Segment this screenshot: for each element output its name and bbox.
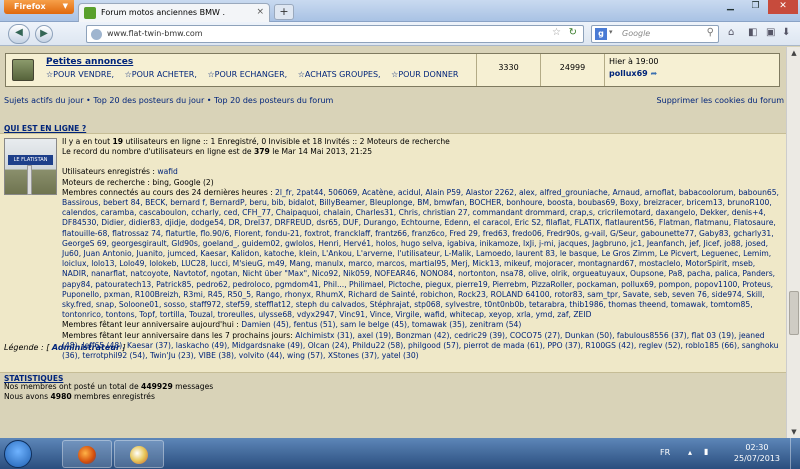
legend: Légende : [ Administrateur ] <box>4 343 126 352</box>
subforum-link[interactable]: ☆POUR ACHETER, <box>125 70 201 79</box>
search-input[interactable]: g ▾ Google ⚲ <box>591 25 719 43</box>
scrollbar-thumb[interactable] <box>789 291 799 335</box>
last-post-date: Hier à 19:00 <box>609 57 659 66</box>
total-members-line: Nous avons 4980 membres enregistrés <box>4 392 155 401</box>
close-window-icon[interactable]: ✕ <box>768 0 798 14</box>
favicon-icon <box>84 7 96 19</box>
navigation-bar: ◀ ▶ www.flat-twin-bmw.com ☆ ↻ g ▾ Google … <box>0 22 800 46</box>
separator: • <box>204 96 215 105</box>
subforum-list: ☆POUR VENDRE, ☆POUR ACHETER, ☆POUR ECHAN… <box>46 70 466 79</box>
chevron-down-icon: ▼ <box>62 2 68 10</box>
forum-folder-icon <box>12 59 34 81</box>
forward-icon[interactable]: ▶ <box>35 25 53 43</box>
start-button[interactable] <box>4 440 32 468</box>
forum-row: Petites annonces ☆POUR VENDRE, ☆POUR ACH… <box>5 53 780 87</box>
browser-titlebar: Firefox ▼ Forum motos anciennes BMW . × +… <box>0 0 800 22</box>
user-link[interactable]: wafid <box>157 167 177 176</box>
firefox-menu-button[interactable]: Firefox ▼ <box>4 0 74 14</box>
maximize-icon[interactable]: ❐ <box>743 0 768 14</box>
addon-icon[interactable]: ◧ <box>748 27 757 38</box>
online-count-line: Il y a en tout 19 utilisateurs en ligne … <box>62 137 450 146</box>
whois-text: Il y a en tout 19 utilisateurs en ligne … <box>62 137 782 361</box>
close-tab-icon[interactable]: × <box>256 7 264 17</box>
system-tray: FR ▴ ▮ 02:30 25/07/2013 <box>660 438 800 469</box>
sign-post <box>27 165 32 195</box>
scroll-up-icon[interactable]: ▲ <box>788 47 800 59</box>
subforum-link[interactable]: ☆POUR ECHANGER, <box>207 70 291 79</box>
active-topics-link[interactable]: Sujets actifs du jour <box>4 96 84 105</box>
globe-icon <box>91 29 102 40</box>
avatar-sign: LE FLATISTAN <box>8 155 53 165</box>
tab-forum[interactable]: Forum motos anciennes BMW . × <box>78 3 270 22</box>
forum-name-link[interactable]: Petites annonces <box>46 57 133 67</box>
members-24h-list: Membres connectés au cours des 24 derniè… <box>62 187 779 320</box>
back-icon[interactable]: ◀ <box>8 24 30 44</box>
search-placeholder: Google <box>622 29 651 38</box>
registered-users-line: Utilisateurs enregistrés : wafid <box>62 167 178 177</box>
posts-count: 24999 <box>540 54 604 86</box>
home-icon[interactable]: ⌂ <box>728 27 734 38</box>
last-post-user[interactable]: pollux69 <box>609 69 648 78</box>
total-posts-line: Nos membres ont posté un total de 449929… <box>4 382 214 391</box>
taskbar: FR ▴ ▮ 02:30 25/07/2013 <box>0 438 800 469</box>
google-icon: g <box>595 28 607 40</box>
record-line: Le record du nombre d'utilisateurs en li… <box>62 147 373 157</box>
separator: • <box>83 96 94 105</box>
vertical-scrollbar[interactable]: ▲ ▼ <box>786 47 800 438</box>
bookmark-star-icon[interactable]: ☆ <box>552 27 561 38</box>
forum-avatar-image: LE FLATISTAN <box>4 138 57 195</box>
firefox-icon <box>78 446 96 464</box>
network-icon[interactable]: ▮ <box>704 447 708 456</box>
stats-text: Nos membres ont posté un total de 449929… <box>4 382 213 402</box>
top20-day-link[interactable]: Top 20 des posteurs du jour <box>93 96 204 105</box>
minimize-icon[interactable]: ▁ <box>718 0 743 14</box>
birthday-today-line: Membres fêtant leur anniversaire aujourd… <box>62 320 522 330</box>
download-icon[interactable]: ⬇ <box>782 27 790 38</box>
address-bar[interactable]: www.flat-twin-bmw.com ☆ ↻ <box>86 25 584 43</box>
delete-cookies-link[interactable]: Supprimer les cookies du forum <box>657 96 784 105</box>
admin-legend-link[interactable]: Administrateur <box>52 343 120 352</box>
search-engines-line: Moteurs de recherche : bing, Google (2) <box>62 177 214 187</box>
search-icon[interactable]: ⚲ <box>707 27 714 38</box>
last-post: Hier à 19:00 pollux69 ➦ <box>604 54 780 86</box>
subforum-link[interactable]: ☆POUR VENDRE, <box>46 70 118 79</box>
goto-post-icon[interactable]: ➦ <box>651 69 658 78</box>
topics-count: 3330 <box>476 54 540 86</box>
chevron-down-icon[interactable]: ▾ <box>609 28 613 36</box>
top20-forum-link[interactable]: Top 20 des posteurs du forum <box>214 96 333 105</box>
taskbar-paint[interactable] <box>114 440 164 468</box>
scroll-down-icon[interactable]: ▼ <box>788 426 800 438</box>
subforum-link[interactable]: ☆POUR DONNER <box>391 70 462 79</box>
whois-box: LE FLATISTAN Il y a en tout 19 utilisate… <box>0 133 786 373</box>
firefox-menu-label: Firefox <box>14 2 46 11</box>
whois-title: QUI EST EN LIGNE ? <box>4 124 87 133</box>
language-indicator[interactable]: FR <box>660 448 670 457</box>
extension-icon[interactable]: ▣ <box>766 27 775 38</box>
tray-arrow-icon[interactable]: ▴ <box>688 448 692 457</box>
page-content: Petites annonces ☆POUR VENDRE, ☆POUR ACH… <box>0 47 786 438</box>
reload-icon[interactable]: ↻ <box>569 27 577 38</box>
new-tab-button[interactable]: + <box>274 4 294 20</box>
show-desktop-button[interactable] <box>790 438 800 469</box>
clock[interactable]: 02:30 25/07/2013 <box>734 442 780 464</box>
paint-icon <box>130 446 148 464</box>
url-text: www.flat-twin-bmw.com <box>107 29 203 38</box>
subforum-link[interactable]: ☆ACHATS GROUPES, <box>298 70 385 79</box>
tab-title: Forum motos anciennes BMW . <box>101 8 226 17</box>
forum-links: Sujets actifs du jour • Top 20 des poste… <box>4 96 784 105</box>
birthday-week-line: Membres fêtant leur anniversaire dans le… <box>62 330 779 361</box>
taskbar-firefox[interactable] <box>62 440 112 468</box>
